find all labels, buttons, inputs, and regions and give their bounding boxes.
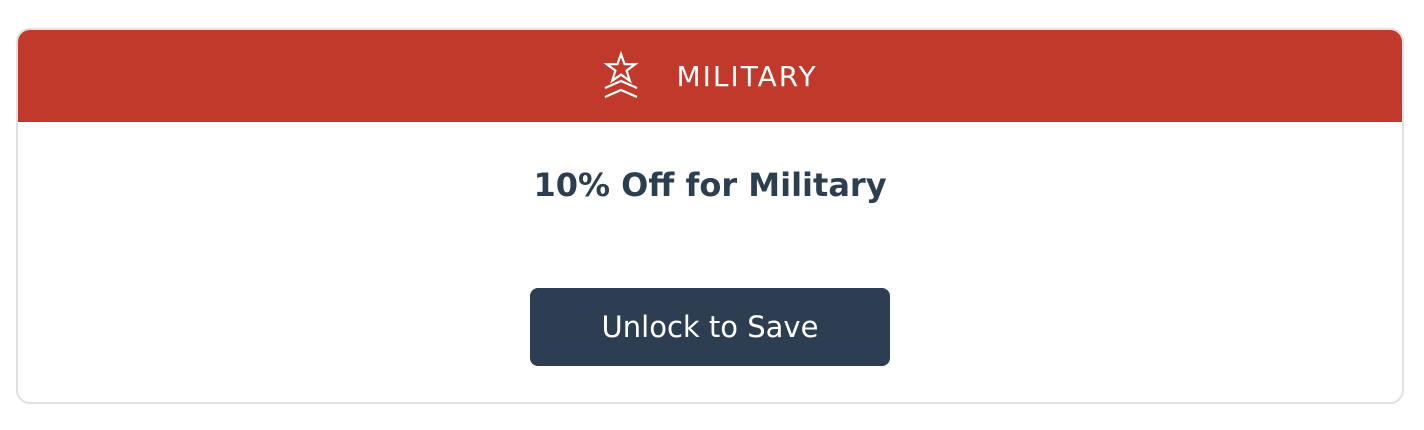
card-header: MILITARY — [18, 30, 1402, 122]
military-star-chevron-icon — [602, 51, 640, 101]
card-body: 10% Off for Military Unlock to Save — [18, 122, 1402, 366]
unlock-to-save-button[interactable]: Unlock to Save — [530, 288, 890, 366]
offer-text: 10% Off for Military — [533, 166, 887, 204]
military-offer-card: MILITARY 10% Off for Military Unlock to … — [16, 28, 1404, 404]
card-header-title: MILITARY — [676, 59, 818, 93]
